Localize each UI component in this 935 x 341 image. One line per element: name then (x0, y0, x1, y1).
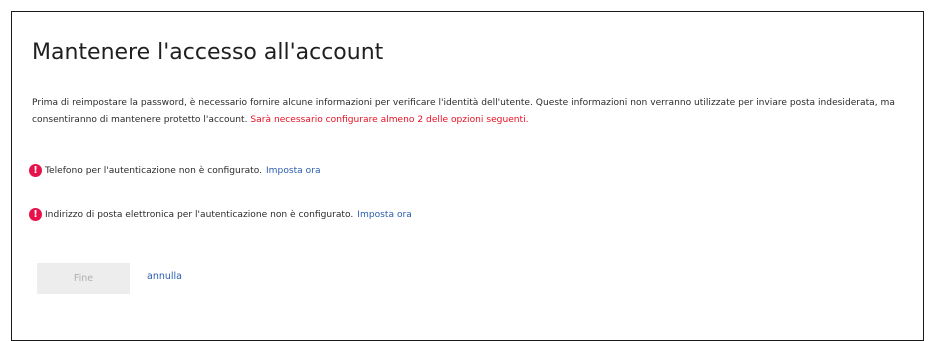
intro-paragraph: Prima di reimpostare la password, è nece… (32, 95, 916, 129)
cancel-link[interactable]: annulla (147, 271, 182, 282)
email-auth-status-text: Indirizzo di posta elettronica per l'aut… (45, 209, 354, 220)
phone-auth-status-text: Telefono per l'autenticazione non è conf… (45, 165, 262, 176)
page-title: Mantenere l'accesso all'account (32, 40, 384, 65)
email-setup-link[interactable]: Imposta ora (357, 210, 412, 220)
alert-icon: ! (29, 208, 42, 221)
intro-warning: Sarà necessario configurare almeno 2 del… (250, 115, 529, 125)
finish-button[interactable]: Fine (37, 263, 130, 294)
alert-icon: ! (29, 164, 42, 177)
account-access-panel: Mantenere l'accesso all'account Prima di… (11, 11, 924, 341)
phone-setup-link[interactable]: Imposta ora (266, 166, 321, 176)
email-auth-status: ! Indirizzo di posta elettronica per l'a… (29, 208, 412, 221)
phone-auth-status: ! Telefono per l'autenticazione non è co… (29, 164, 321, 177)
